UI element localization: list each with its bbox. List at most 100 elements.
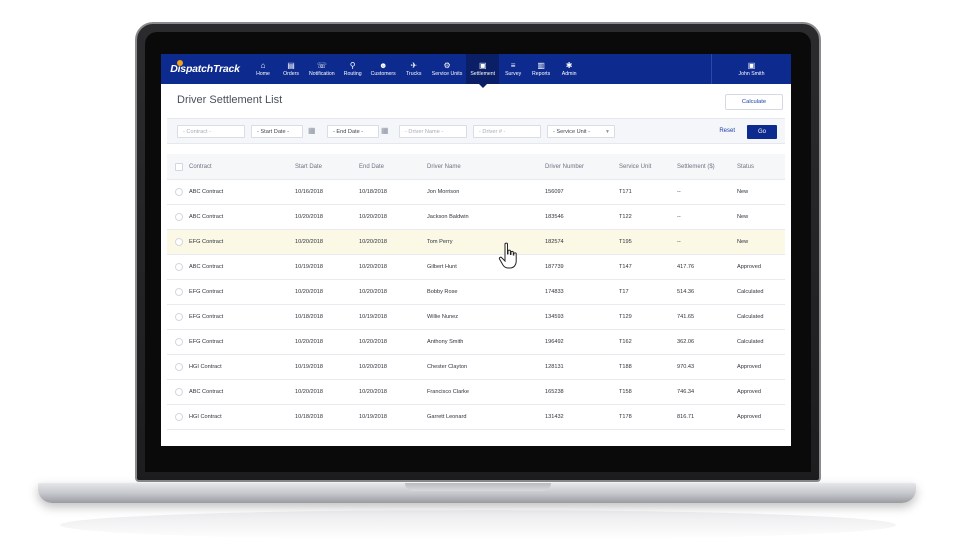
end-date-filter[interactable]: - End Date - <box>327 125 379 138</box>
nav-item-label: Home <box>256 71 270 77</box>
cell-settlement: 746.34 <box>677 389 695 395</box>
col-start-date[interactable]: Start Date <box>295 154 322 179</box>
nav-item-label: Notification <box>309 71 335 77</box>
cell-settlement: 514.36 <box>677 289 695 295</box>
nav-item-label: Routing <box>343 71 362 77</box>
go-button[interactable]: Go <box>747 125 777 139</box>
row-checkbox[interactable] <box>175 213 183 221</box>
start-date-filter[interactable]: - Start Date - <box>251 125 303 138</box>
app-screen: DispatchTrack ⌂ Home ▤ Orders ☏ Notification ⚲… <box>161 54 791 446</box>
driver-number-filter[interactable]: - Driver # - <box>473 125 541 138</box>
table-row[interactable]: ABC Contract 10/20/2018 10/20/2018 Francisc… <box>167 380 785 405</box>
cell-contract: HGI Contract <box>189 414 222 420</box>
table-row[interactable]: ABC Contract 10/19/2018 10/20/2018 Gilbert … <box>167 255 785 280</box>
cell-start: 10/20/2018 <box>295 389 323 395</box>
col-contract[interactable]: Contract <box>189 154 212 179</box>
nav-item-orders[interactable]: ▤ Orders <box>277 54 305 84</box>
nav-item-label: Customers <box>370 71 396 77</box>
nav-item-admin[interactable]: ✱ Admin <box>555 54 583 84</box>
row-checkbox[interactable] <box>175 413 183 421</box>
nav-item-label: Admin <box>561 71 577 77</box>
cell-start: 10/20/2018 <box>295 339 323 345</box>
routing-icon: ⚲ <box>349 61 356 70</box>
cell-driver: Anthony Smith <box>427 339 464 345</box>
col-end-date[interactable]: End Date <box>359 154 384 179</box>
cell-settlement: 362.06 <box>677 339 695 345</box>
nav-item-notification[interactable]: ☏ Notification <box>305 54 339 84</box>
end-calendar-icon[interactable]: ▦ <box>381 126 391 136</box>
col-status[interactable]: Status <box>737 154 754 179</box>
row-checkbox[interactable] <box>175 288 183 296</box>
service-units-icon: ⚙ <box>443 61 451 70</box>
user-menu[interactable]: ▣ John Smith <box>711 54 791 84</box>
cell-settlement: 417.76 <box>677 264 695 270</box>
row-checkbox[interactable] <box>175 338 183 346</box>
row-checkbox[interactable] <box>175 238 183 246</box>
user-name: John Smith <box>738 71 765 77</box>
cell-end: 10/20/2018 <box>359 339 387 345</box>
row-checkbox[interactable] <box>175 388 183 396</box>
table-row[interactable]: HGI Contract 10/19/2018 10/20/2018 Chester … <box>167 355 785 380</box>
table-row[interactable]: EFG Contract 10/18/2018 10/19/2018 Willie N… <box>167 305 785 330</box>
cell-end: 10/18/2018 <box>359 189 387 195</box>
trucks-icon: ✈ <box>410 61 418 70</box>
cell-end: 10/20/2018 <box>359 239 387 245</box>
table-row[interactable]: EFG Contract 10/20/2018 10/20/2018 Anthony … <box>167 330 785 355</box>
row-checkbox[interactable] <box>175 363 183 371</box>
reset-link[interactable]: Reset <box>719 128 735 134</box>
nav-item-routing[interactable]: ⚲ Routing <box>339 54 367 84</box>
contract-filter[interactable]: - Contract - <box>177 125 245 138</box>
cell-settlement: 816.71 <box>677 414 695 420</box>
service-unit-label: - Service Unit - <box>553 128 590 135</box>
col-service-unit[interactable]: Service Unit <box>619 154 651 179</box>
nav-item-reports[interactable]: ▥ Reports <box>527 54 555 84</box>
table-row[interactable]: ABC Contract 10/16/2018 10/18/2018 Jon Morr… <box>167 180 785 205</box>
cell-status: Approved <box>737 414 761 420</box>
cell-driver: Willie Nunez <box>427 314 459 320</box>
settlement-icon: ▣ <box>478 61 487 70</box>
driver-name-filter[interactable]: - Driver Name - <box>399 125 467 138</box>
start-calendar-icon[interactable]: ▦ <box>308 126 318 136</box>
laptop-reflection <box>60 510 896 540</box>
nav-item-customers[interactable]: ☻ Customers <box>367 54 400 84</box>
calculate-button[interactable]: Calculate <box>725 94 783 110</box>
table-header: Contract Start Date End Date Driver Name… <box>167 154 785 180</box>
row-checkbox[interactable] <box>175 313 183 321</box>
home-icon: ⌂ <box>260 61 266 70</box>
row-checkbox[interactable] <box>175 263 183 271</box>
cell-driver: Chester Clayton <box>427 364 468 370</box>
nav-item-survey[interactable]: ≡ Survey <box>499 54 527 84</box>
cell-number: 131432 <box>545 414 564 420</box>
cell-unit: T195 <box>619 239 632 245</box>
col-driver-number[interactable]: Driver Number <box>545 154 584 179</box>
cell-contract: ABC Contract <box>189 214 224 220</box>
table-body: ABC Contract 10/16/2018 10/18/2018 Jon Morr… <box>167 180 785 430</box>
table-row[interactable]: ABC Contract 10/20/2018 10/20/2018 Jackson … <box>167 205 785 230</box>
table-row[interactable]: EFG Contract 10/20/2018 10/20/2018 Bobby Ro… <box>167 280 785 305</box>
service-unit-select[interactable]: - Service Unit - ▼ <box>547 125 615 138</box>
nav-item-settlement[interactable]: ▣ Settlement <box>466 54 500 88</box>
col-settlement[interactable]: Settlement ($) <box>677 154 715 179</box>
cell-start: 10/18/2018 <box>295 414 323 420</box>
cell-driver: Jackson Baldwin <box>427 214 469 220</box>
cell-unit: T17 <box>619 289 629 295</box>
nav-item-home[interactable]: ⌂ Home <box>249 54 277 84</box>
cell-start: 10/19/2018 <box>295 364 323 370</box>
col-driver-name[interactable]: Driver Name <box>427 154 461 179</box>
row-checkbox[interactable] <box>175 188 183 196</box>
cell-driver: Jon Morrison <box>427 189 460 195</box>
laptop-notch <box>405 483 551 491</box>
cell-status: Calculated <box>737 314 764 320</box>
cell-number: 165238 <box>545 389 564 395</box>
brand-logo[interactable]: DispatchTrack <box>161 54 249 84</box>
nav-item-label: Trucks <box>406 71 422 77</box>
table-row[interactable]: HGI Contract 10/18/2018 10/19/2018 Garrett … <box>167 405 785 430</box>
nav-item-service-units[interactable]: ⚙ Service Units <box>428 54 467 84</box>
nav-item-trucks[interactable]: ✈ Trucks <box>400 54 428 84</box>
cell-unit: T171 <box>619 189 632 195</box>
cell-start: 10/18/2018 <box>295 314 323 320</box>
cell-status: Calculated <box>737 339 764 345</box>
page-title: Driver Settlement List <box>177 94 283 106</box>
table-row[interactable]: EFG Contract 10/20/2018 10/20/2018 Tom Perr… <box>167 230 785 255</box>
select-all-checkbox[interactable] <box>175 163 183 171</box>
